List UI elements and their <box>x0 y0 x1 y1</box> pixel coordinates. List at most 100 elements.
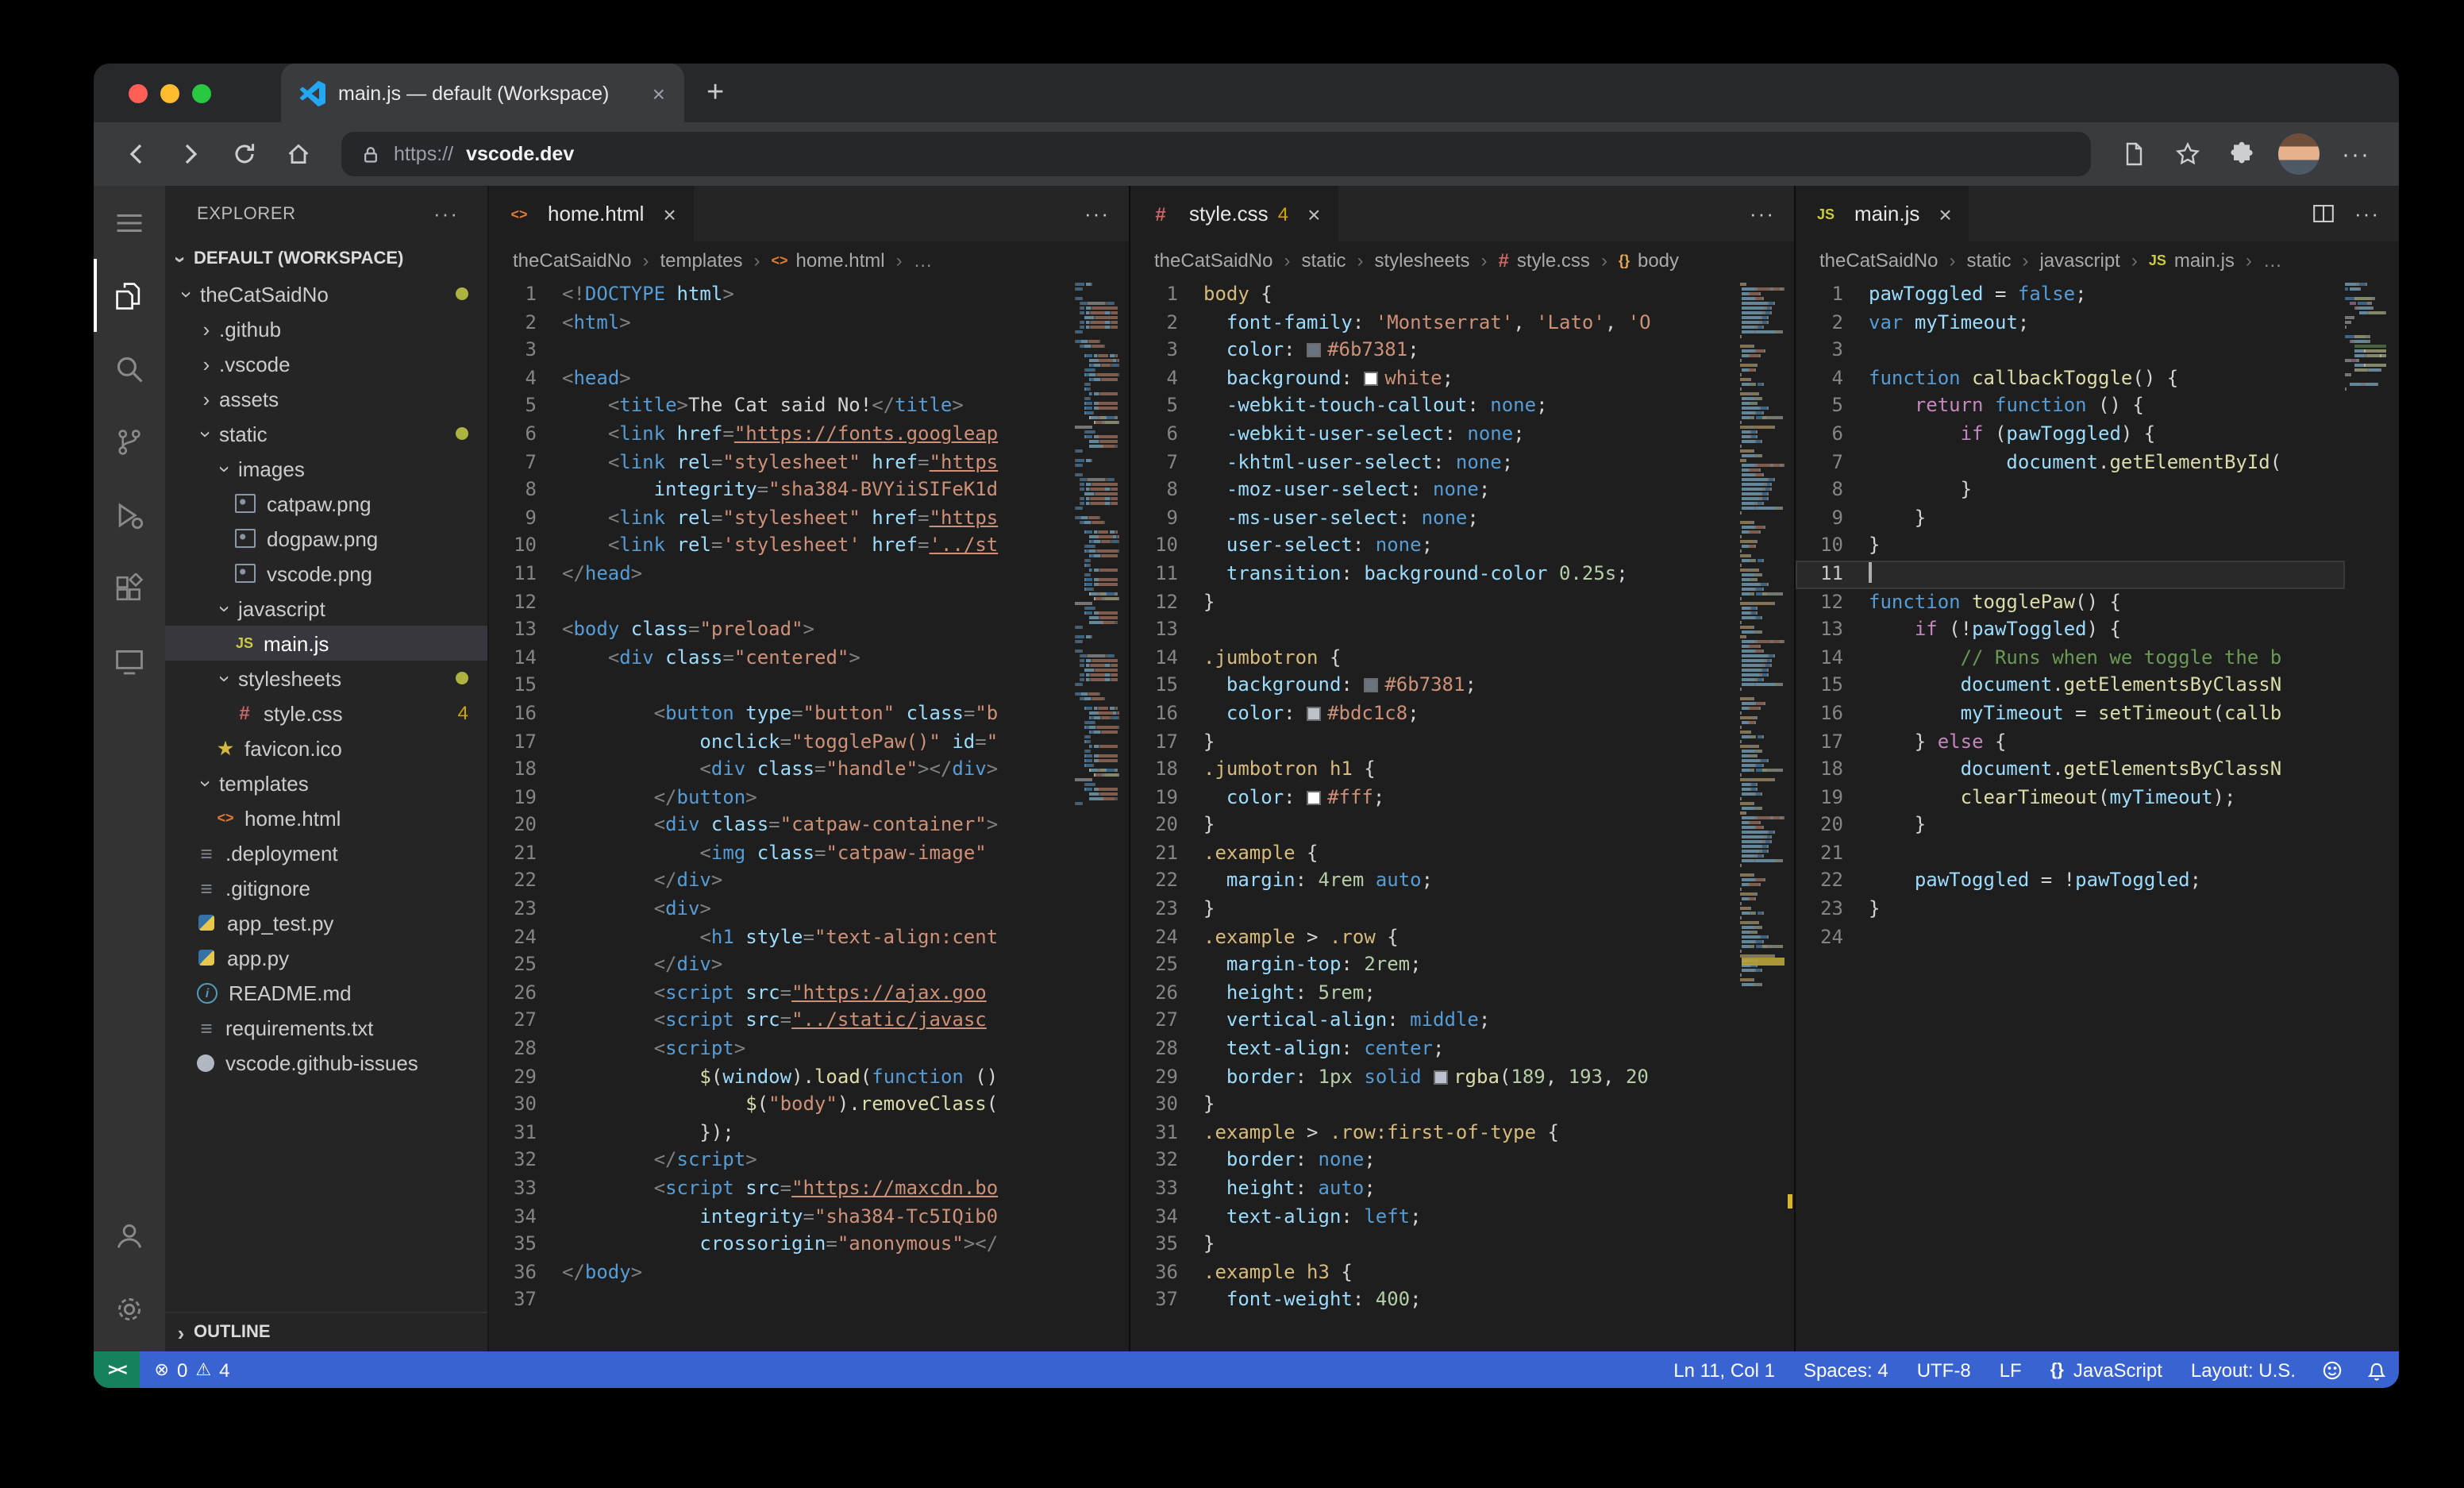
tab-close-icon[interactable]: × <box>1938 201 1951 226</box>
more-actions-icon[interactable]: ··· <box>1084 202 1110 226</box>
tree-item-favicon.ico[interactable]: ★ favicon.ico <box>165 731 487 765</box>
more-actions-icon[interactable]: ··· <box>1750 202 1775 226</box>
tree-item-assets[interactable]: › assets <box>165 381 487 416</box>
activity-menu[interactable] <box>94 186 165 259</box>
breadcrumb-item-theCatSaidNo[interactable]: theCatSaidNo <box>513 249 631 272</box>
lock-icon[interactable] <box>360 144 381 164</box>
back-button[interactable] <box>113 130 160 178</box>
feedback-icon[interactable] <box>2310 1351 2354 1388</box>
tab-close-icon[interactable]: × <box>1307 201 1320 226</box>
line-content: </div> <box>653 869 723 892</box>
code-editor[interactable]: 1 body {2 font-family: 'Montserrat', 'Lat… <box>1130 279 1794 1351</box>
minimap[interactable] <box>1075 283 1129 1351</box>
tab-close-icon[interactable]: × <box>653 80 665 106</box>
breadcrumb-separator: › <box>2022 249 2029 272</box>
more-actions-icon[interactable]: ··· <box>2354 202 2380 226</box>
browser-menu-button[interactable]: ··· <box>2332 130 2380 178</box>
editor-tab-main.js[interactable]: JS main.js × <box>1796 186 1969 241</box>
tab-close-icon[interactable]: × <box>663 201 676 226</box>
status-keyboard-layout[interactable]: Layout: U.S. <box>2177 1351 2310 1388</box>
tree-item-.deployment[interactable]: ≡ .deployment <box>165 835 487 870</box>
status-indentation[interactable]: Spaces: 4 <box>1789 1351 1903 1388</box>
breadcrumb-item-static[interactable]: static <box>1966 249 2011 272</box>
breadcrumb-item-stylesheets[interactable]: stylesheets <box>1374 249 1469 272</box>
code-editor[interactable]: 1 <!DOCTYPE html> 2 <html> 3 4 <head> 5 <title>… <box>489 279 1129 1351</box>
breadcrumb-item-body[interactable]: {} body <box>1619 249 1679 272</box>
tree-item-vscode.github-issues[interactable]: vscode.github-issues <box>165 1045 487 1080</box>
new-tab-button[interactable]: + <box>706 78 724 108</box>
bell-icon[interactable] <box>2354 1351 2399 1388</box>
zoom-window-button[interactable] <box>192 83 211 102</box>
breadcrumb-item-templates[interactable]: templates <box>660 249 742 272</box>
split-icon[interactable] <box>2312 202 2335 226</box>
activity-search[interactable] <box>94 332 165 405</box>
tree-item-vscode.png[interactable]: vscode.png <box>165 556 487 591</box>
code-line-5: 5 -webkit-touch-callout: none; <box>1130 393 1740 421</box>
tree-item-theCatSaidNo[interactable]: › theCatSaidNo <box>165 276 487 311</box>
code-editor[interactable]: 1 pawToggled = false; 2 var myTimeout; 3 4 fun… <box>1796 279 2399 1351</box>
tree-item-stylesheets[interactable]: › stylesheets <box>165 661 487 696</box>
activity-extensions[interactable] <box>94 551 165 624</box>
breadcrumb-item-main.js[interactable]: JS main.js <box>2149 249 2235 272</box>
tree-item-static[interactable]: › static <box>165 416 487 451</box>
tree-item-home.html[interactable]: <> home.html <box>165 800 487 835</box>
tree-item-javascript[interactable]: › javascript <box>165 591 487 626</box>
tree-item-dogpaw.png[interactable]: dogpaw.png <box>165 521 487 556</box>
activity-run-debug[interactable] <box>94 478 165 551</box>
remote-indicator[interactable]: >< <box>94 1351 141 1388</box>
line-number: 30 <box>1155 1093 1178 1116</box>
breadcrumb-item-style.css[interactable]: # style.css <box>1499 249 1590 272</box>
minimize-window-button[interactable] <box>160 83 179 102</box>
line-content: } <box>1869 478 1973 501</box>
tree-item-README.md[interactable]: i README.md <box>165 975 487 1010</box>
breadcrumb-item-…[interactable]: … <box>914 249 933 272</box>
tree-item-style.css[interactable]: # style.css 4 <box>165 696 487 731</box>
minimap[interactable] <box>2345 283 2399 1351</box>
breadcrumb-item-theCatSaidNo[interactable]: theCatSaidNo <box>1819 249 1938 272</box>
tree-item-requirements.txt[interactable]: ≡ requirements.txt <box>165 1010 487 1045</box>
breadcrumb-item-…[interactable]: … <box>2263 249 2282 272</box>
status-eol[interactable]: LF <box>1985 1351 2036 1388</box>
minimap[interactable] <box>1740 283 1794 1351</box>
problems-indicator[interactable]: ⊗ 0 ⚠ 4 <box>141 1351 244 1388</box>
activity-source-control[interactable] <box>94 405 165 478</box>
activity-settings[interactable] <box>94 1272 165 1345</box>
status-cursor-position[interactable]: Ln 11, Col 1 <box>1659 1351 1789 1388</box>
breadcrumb-item-static[interactable]: static <box>1301 249 1346 272</box>
code-line-14: 14 .jumbotron { <box>1130 644 1740 672</box>
reload-button[interactable] <box>221 130 268 178</box>
activity-explorer[interactable] <box>94 259 165 332</box>
tree-item-templates[interactable]: › templates <box>165 765 487 800</box>
browser-tab[interactable]: main.js — default (Workspace) × <box>281 64 684 122</box>
tree-item-.gitignore[interactable]: ≡ .gitignore <box>165 870 487 905</box>
code-line-23: 23 <div> <box>489 896 1075 923</box>
star-button[interactable] <box>2164 130 2212 178</box>
tree-item-.vscode[interactable]: › .vscode <box>165 346 487 381</box>
breadcrumb-item-javascript[interactable]: javascript <box>2039 249 2119 272</box>
tree-item-app.py[interactable]: app.py <box>165 940 487 975</box>
breadcrumb-item-home.html[interactable]: <> home.html <box>772 249 885 272</box>
profile-avatar[interactable] <box>2278 133 2320 175</box>
editor-tab-style.css[interactable]: # style.css 4 × <box>1130 186 1338 241</box>
status-language[interactable]: {} JavaScript <box>2036 1351 2177 1388</box>
tree-item-images[interactable]: › images <box>165 451 487 486</box>
puzzle-button[interactable] <box>2218 130 2266 178</box>
outline-section-header[interactable]: › OUTLINE <box>165 1312 487 1351</box>
editor-tab-home.html[interactable]: <> home.html × <box>489 186 694 241</box>
url-bar[interactable]: https:// vscode.dev <box>341 132 2091 176</box>
forward-button[interactable] <box>167 130 214 178</box>
tree-item-.github[interactable]: › .github <box>165 311 487 346</box>
doc-button[interactable] <box>2110 130 2158 178</box>
tree-item-main.js[interactable]: JS main.js <box>165 626 487 661</box>
activity-account[interactable] <box>94 1199 165 1272</box>
tree-item-catpaw.png[interactable]: catpaw.png <box>165 486 487 521</box>
activity-remote[interactable] <box>94 624 165 697</box>
explorer-actions-button[interactable]: ··· <box>433 202 459 226</box>
tree-item-app_test.py[interactable]: app_test.py <box>165 905 487 940</box>
close-window-button[interactable] <box>129 83 148 102</box>
line-content: <h1 style="text-align:cent <box>699 925 999 948</box>
status-encoding[interactable]: UTF-8 <box>1903 1351 1985 1388</box>
workspace-section-header[interactable]: › DEFAULT (WORKSPACE) <box>165 241 487 276</box>
home-button[interactable] <box>275 130 322 178</box>
breadcrumb-item-theCatSaidNo[interactable]: theCatSaidNo <box>1154 249 1272 272</box>
